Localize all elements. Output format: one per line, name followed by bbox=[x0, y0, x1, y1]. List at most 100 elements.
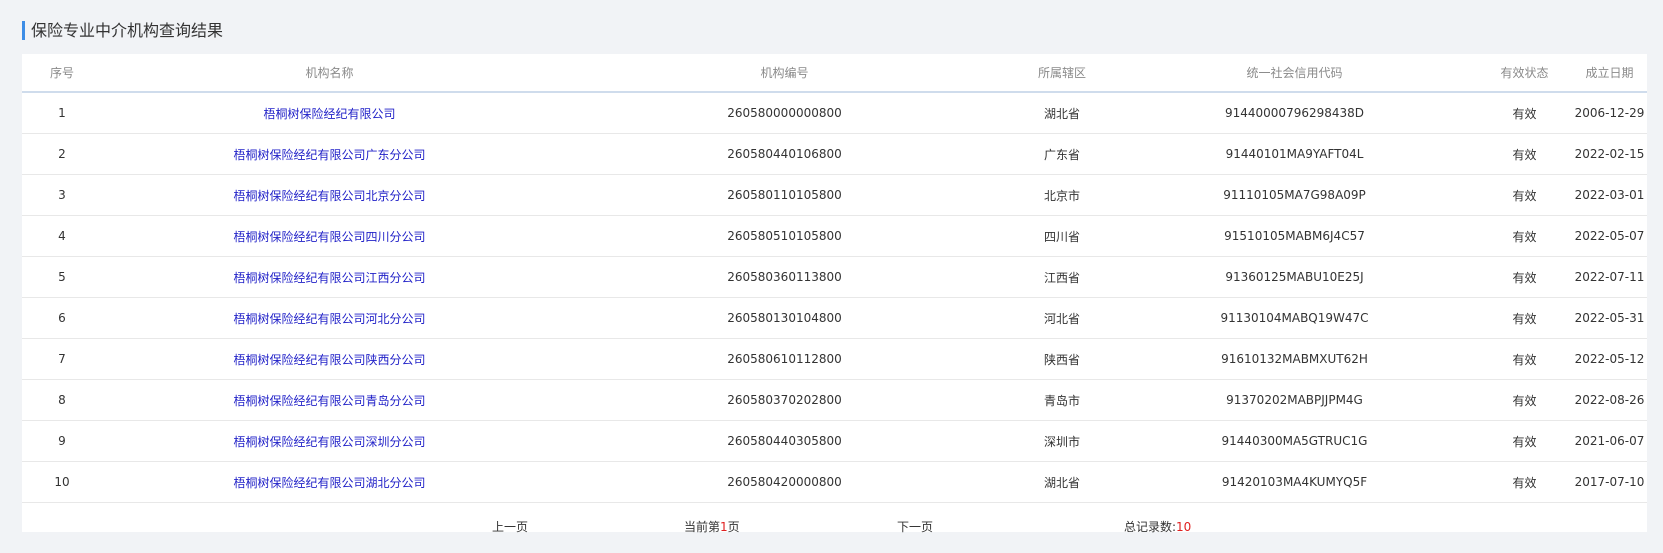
table-row: 3 梧桐树保险经纪有限公司北京分公司 260580110105800 北京市 9… bbox=[22, 174, 1647, 216]
current-page-prefix: 当前第 bbox=[684, 520, 721, 534]
table-row: 4 梧桐树保险经纪有限公司四川分公司 260580510105800 四川省 9… bbox=[22, 215, 1647, 257]
established-date: 2022-05-31 bbox=[1572, 297, 1647, 339]
institution-name-link[interactable]: 梧桐树保险经纪有限公司北京分公司 bbox=[102, 174, 557, 216]
header-date: 成立日期 bbox=[1572, 54, 1647, 93]
header-code: 机构编号 bbox=[557, 54, 1012, 93]
institution-code: 260580000000800 bbox=[557, 92, 1012, 134]
pagination: 上一页 当前第1页 下一页 总记录数:10 bbox=[22, 503, 1647, 553]
institution-name-link[interactable]: 梧桐树保险经纪有限公司江西分公司 bbox=[102, 256, 557, 298]
header-name: 机构名称 bbox=[102, 54, 557, 93]
status: 有效 bbox=[1477, 92, 1572, 134]
region: 江西省 bbox=[1012, 256, 1112, 298]
institution-code: 260580130104800 bbox=[557, 297, 1012, 339]
row-index: 9 bbox=[22, 420, 102, 462]
credit-code: 91110105MA7G98A09P bbox=[1112, 174, 1477, 216]
row-index: 2 bbox=[22, 133, 102, 175]
header-credit-code: 统一社会信用代码 bbox=[1112, 54, 1477, 93]
institution-name-link[interactable]: 梧桐树保险经纪有限公司河北分公司 bbox=[102, 297, 557, 339]
region: 北京市 bbox=[1012, 174, 1112, 216]
region: 湖北省 bbox=[1012, 92, 1112, 134]
established-date: 2022-02-15 bbox=[1572, 133, 1647, 175]
table-row: 5 梧桐树保险经纪有限公司江西分公司 260580360113800 江西省 9… bbox=[22, 256, 1647, 298]
row-index: 5 bbox=[22, 256, 102, 298]
prev-page-link[interactable]: 上一页 bbox=[492, 518, 528, 535]
established-date: 2021-06-07 bbox=[1572, 420, 1647, 462]
credit-code: 91440101MA9YAFT04L bbox=[1112, 133, 1477, 175]
table-row: 1 梧桐树保险经纪有限公司 260580000000800 湖北省 914400… bbox=[22, 92, 1647, 134]
row-index: 1 bbox=[22, 92, 102, 134]
status: 有效 bbox=[1477, 133, 1572, 175]
row-index: 4 bbox=[22, 215, 102, 257]
status: 有效 bbox=[1477, 379, 1572, 421]
next-page-link[interactable]: 下一页 bbox=[897, 518, 933, 535]
institution-name-link[interactable]: 梧桐树保险经纪有限公司湖北分公司 bbox=[102, 461, 557, 503]
row-index: 6 bbox=[22, 297, 102, 339]
region: 湖北省 bbox=[1012, 461, 1112, 503]
results-table: 序号 机构名称 机构编号 所属辖区 统一社会信用代码 有效状态 成立日期 1 梧… bbox=[22, 54, 1647, 503]
current-page-suffix: 页 bbox=[727, 520, 740, 534]
institution-name-link[interactable]: 梧桐树保险经纪有限公司四川分公司 bbox=[102, 215, 557, 257]
institution-code: 260580370202800 bbox=[557, 379, 1012, 421]
institution-name-link[interactable]: 梧桐树保险经纪有限公司 bbox=[102, 92, 557, 134]
institution-name-link[interactable]: 梧桐树保险经纪有限公司深圳分公司 bbox=[102, 420, 557, 462]
credit-code: 91370202MABPJJPM4G bbox=[1112, 379, 1477, 421]
row-index: 7 bbox=[22, 338, 102, 380]
region: 陕西省 bbox=[1012, 338, 1112, 380]
institution-name-link[interactable]: 梧桐树保险经纪有限公司青岛分公司 bbox=[102, 379, 557, 421]
total-records-count: 10 bbox=[1176, 520, 1192, 534]
established-date: 2022-03-01 bbox=[1572, 174, 1647, 216]
status: 有效 bbox=[1477, 461, 1572, 503]
region: 河北省 bbox=[1012, 297, 1112, 339]
credit-code: 91440300MA5GTRUC1G bbox=[1112, 420, 1477, 462]
status: 有效 bbox=[1477, 420, 1572, 462]
institution-name-link[interactable]: 梧桐树保险经纪有限公司陕西分公司 bbox=[102, 338, 557, 380]
table-row: 8 梧桐树保险经纪有限公司青岛分公司 260580370202800 青岛市 9… bbox=[22, 379, 1647, 421]
status: 有效 bbox=[1477, 256, 1572, 298]
header-row: 序号 机构名称 机构编号 所属辖区 统一社会信用代码 有效状态 成立日期 bbox=[22, 54, 1647, 93]
institution-name-link[interactable]: 梧桐树保险经纪有限公司广东分公司 bbox=[102, 133, 557, 175]
page-title: 保险专业中介机构查询结果 bbox=[22, 21, 223, 40]
row-index: 3 bbox=[22, 174, 102, 216]
credit-code: 91420103MA4KUMYQ5F bbox=[1112, 461, 1477, 503]
institution-code: 260580420000800 bbox=[557, 461, 1012, 503]
region: 广东省 bbox=[1012, 133, 1112, 175]
institution-code: 260580440305800 bbox=[557, 420, 1012, 462]
credit-code: 91610132MABMXUT62H bbox=[1112, 338, 1477, 380]
region: 青岛市 bbox=[1012, 379, 1112, 421]
established-date: 2022-07-11 bbox=[1572, 256, 1647, 298]
table-row: 10 梧桐树保险经纪有限公司湖北分公司 260580420000800 湖北省 … bbox=[22, 461, 1647, 503]
current-page-number: 1 bbox=[720, 520, 728, 534]
row-index: 10 bbox=[22, 461, 102, 503]
institution-code: 260580610112800 bbox=[557, 338, 1012, 380]
header-status: 有效状态 bbox=[1477, 54, 1572, 93]
region: 四川省 bbox=[1012, 215, 1112, 257]
results-panel: 序号 机构名称 机构编号 所属辖区 统一社会信用代码 有效状态 成立日期 1 梧… bbox=[22, 54, 1647, 534]
status: 有效 bbox=[1477, 215, 1572, 257]
header-index: 序号 bbox=[22, 54, 102, 93]
institution-code: 260580360113800 bbox=[557, 256, 1012, 298]
status: 有效 bbox=[1477, 174, 1572, 216]
total-records-label: 总记录数: bbox=[1124, 520, 1177, 534]
established-date: 2006-12-29 bbox=[1572, 92, 1647, 134]
credit-code: 91440000796298438D bbox=[1112, 92, 1477, 134]
table-row: 7 梧桐树保险经纪有限公司陕西分公司 260580610112800 陕西省 9… bbox=[22, 338, 1647, 380]
row-index: 8 bbox=[22, 379, 102, 421]
table-row: 6 梧桐树保险经纪有限公司河北分公司 260580130104800 河北省 9… bbox=[22, 297, 1647, 339]
current-page-indicator: 当前第1页 bbox=[684, 518, 740, 535]
credit-code: 91360125MABU10E25J bbox=[1112, 256, 1477, 298]
institution-code: 260580440106800 bbox=[557, 133, 1012, 175]
credit-code: 91510105MABM6J4C57 bbox=[1112, 215, 1477, 257]
established-date: 2022-05-12 bbox=[1572, 338, 1647, 380]
header-region: 所属辖区 bbox=[1012, 54, 1112, 93]
status: 有效 bbox=[1477, 297, 1572, 339]
region: 深圳市 bbox=[1012, 420, 1112, 462]
status: 有效 bbox=[1477, 338, 1572, 380]
credit-code: 91130104MABQ19W47C bbox=[1112, 297, 1477, 339]
established-date: 2022-05-07 bbox=[1572, 215, 1647, 257]
table-row: 9 梧桐树保险经纪有限公司深圳分公司 260580440305800 深圳市 9… bbox=[22, 420, 1647, 462]
institution-code: 260580110105800 bbox=[557, 174, 1012, 216]
established-date: 2017-07-10 bbox=[1572, 461, 1647, 503]
institution-code: 260580510105800 bbox=[557, 215, 1012, 257]
total-records: 总记录数:10 bbox=[1124, 518, 1191, 535]
established-date: 2022-08-26 bbox=[1572, 379, 1647, 421]
